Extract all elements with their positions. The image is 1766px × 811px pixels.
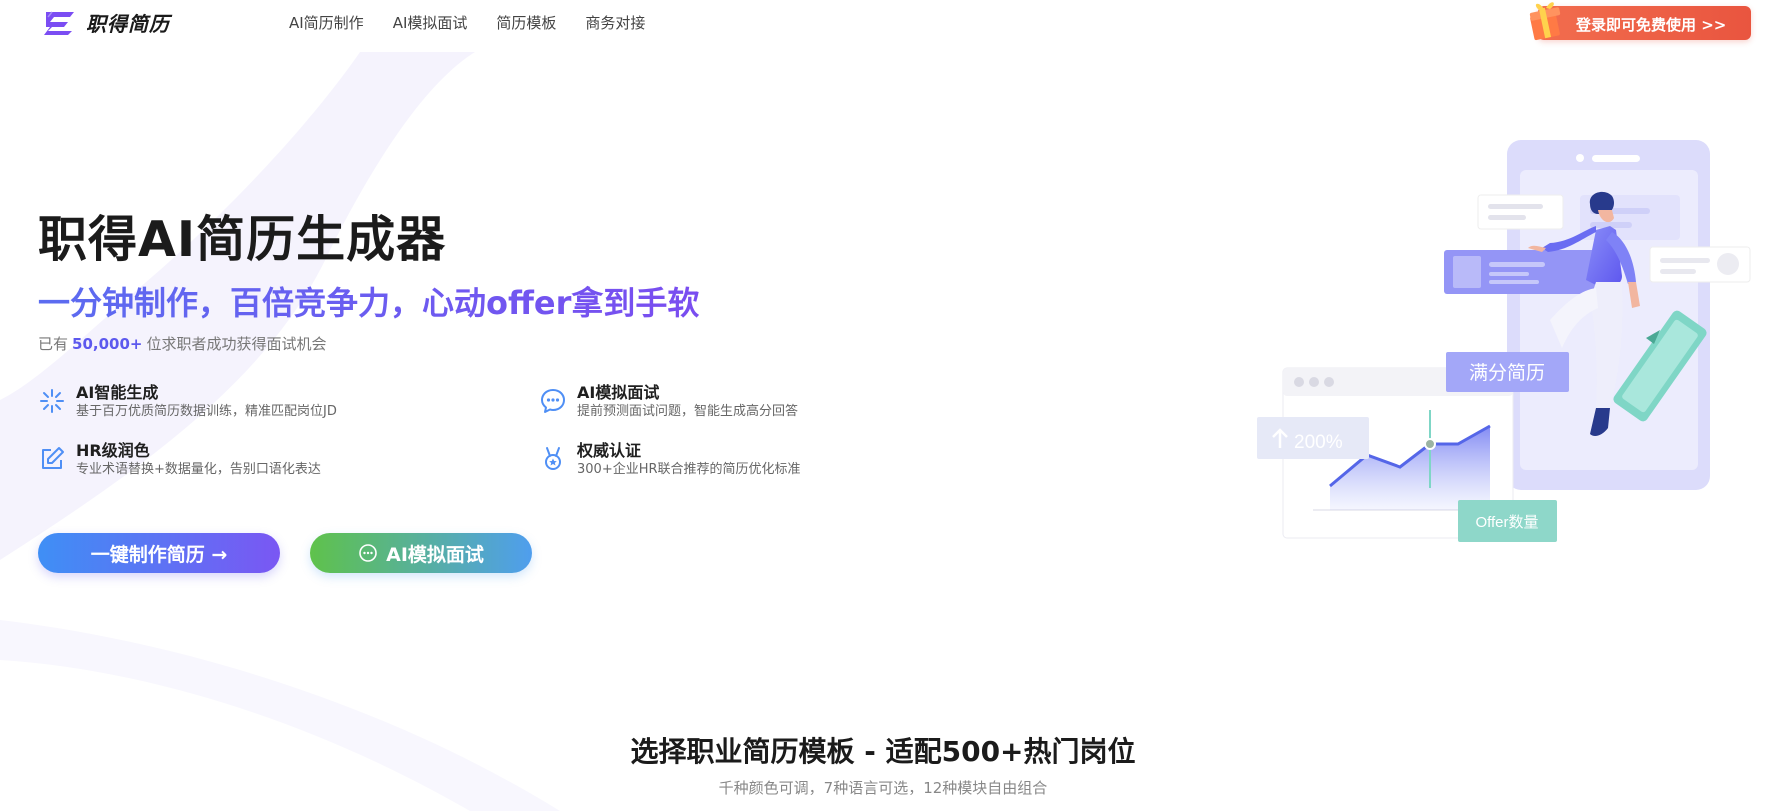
- feature-desc: 基于百万优质简历数据训练，精准匹配岗位JD: [76, 404, 337, 419]
- offer-badge: Offer数量: [1475, 514, 1538, 531]
- ai-interview-button[interactable]: AI模拟面试: [310, 533, 532, 573]
- edit-icon: [42, 447, 64, 469]
- templates-section-title: 选择职业简历模板 - 适配500+热门岗位: [630, 735, 1136, 768]
- feature-ai-interview: AI模拟面试 提前预测面试问题，智能生成高分回答: [539, 383, 798, 421]
- templates-section-subtitle: 千种颜色可调，7种语言可选，12种模块自由组合: [718, 779, 1048, 797]
- hero-title: 职得AI简历生成器: [38, 211, 447, 268]
- stat-prefix: 已有: [38, 335, 69, 353]
- feature-title: AI模拟面试: [577, 383, 660, 402]
- feature-desc: 专业术语替换+数据量化，告别口语化表达: [76, 462, 321, 477]
- growth-badge: 200%: [1294, 432, 1343, 453]
- chat-icon: [359, 544, 377, 562]
- sparkle-icon: [40, 389, 64, 413]
- nav-item-business[interactable]: 商务对接: [585, 12, 645, 33]
- feature-title: AI智能生成: [76, 383, 159, 402]
- feature-authority: 权威认证 300+企业HR联合推荐的简历优化标准: [539, 441, 801, 479]
- brand-name: 职得简历: [86, 12, 170, 36]
- nav-item-templates[interactable]: 简历模板: [496, 12, 556, 33]
- feature-title: HR级润色: [76, 441, 150, 460]
- logo-mark-icon: [44, 11, 74, 35]
- top-header: 职得简历 AI简历制作 AI模拟面试 简历模板 商务对接 登录即可免费使用 >>: [0, 0, 1766, 46]
- login-free-button[interactable]: 登录即可免费使用 >>: [1529, 2, 1751, 41]
- ai-interview-button-label: AI模拟面试: [386, 543, 484, 566]
- stat-number: 50,000+: [72, 335, 143, 353]
- feature-hr-polish: HR级润色 专业术语替换+数据量化，告别口语化表达: [38, 441, 321, 479]
- full-score-badge: 满分简历: [1469, 362, 1545, 384]
- feature-title: 权威认证: [577, 441, 642, 460]
- hero-subtitle: 一分钟制作，百倍竞争力，心动offer拿到手软: [38, 278, 699, 324]
- medal-icon: [545, 447, 561, 470]
- feature-desc: 提前预测面试问题，智能生成高分回答: [577, 404, 799, 419]
- hero-illustration: 满分简历 200% Offer数量: [1257, 140, 1751, 542]
- create-resume-button[interactable]: 一键制作简历 →: [38, 533, 280, 573]
- feature-desc: 300+企业HR联合推荐的简历优化标准: [577, 462, 801, 477]
- hero-stat: 已有 50,000+ 位求职者成功获得面试机会: [38, 333, 326, 354]
- brand-logo[interactable]: 职得简历: [42, 8, 170, 37]
- nav-item-ai-interview[interactable]: AI模拟面试: [393, 12, 468, 33]
- chat-bubble-icon: [541, 389, 565, 413]
- stat-suffix: 位求职者成功获得面试机会: [146, 335, 327, 353]
- main-nav: AI简历制作 AI模拟面试 简历模板 商务对接: [289, 12, 674, 33]
- gift-icon: [1529, 2, 1561, 41]
- feature-ai-generate: AI智能生成 基于百万优质简历数据训练，精准匹配岗位JD: [38, 383, 337, 421]
- login-free-label: 登录即可免费使用 >>: [1576, 16, 1727, 34]
- nav-item-ai-resume[interactable]: AI简历制作: [289, 12, 364, 33]
